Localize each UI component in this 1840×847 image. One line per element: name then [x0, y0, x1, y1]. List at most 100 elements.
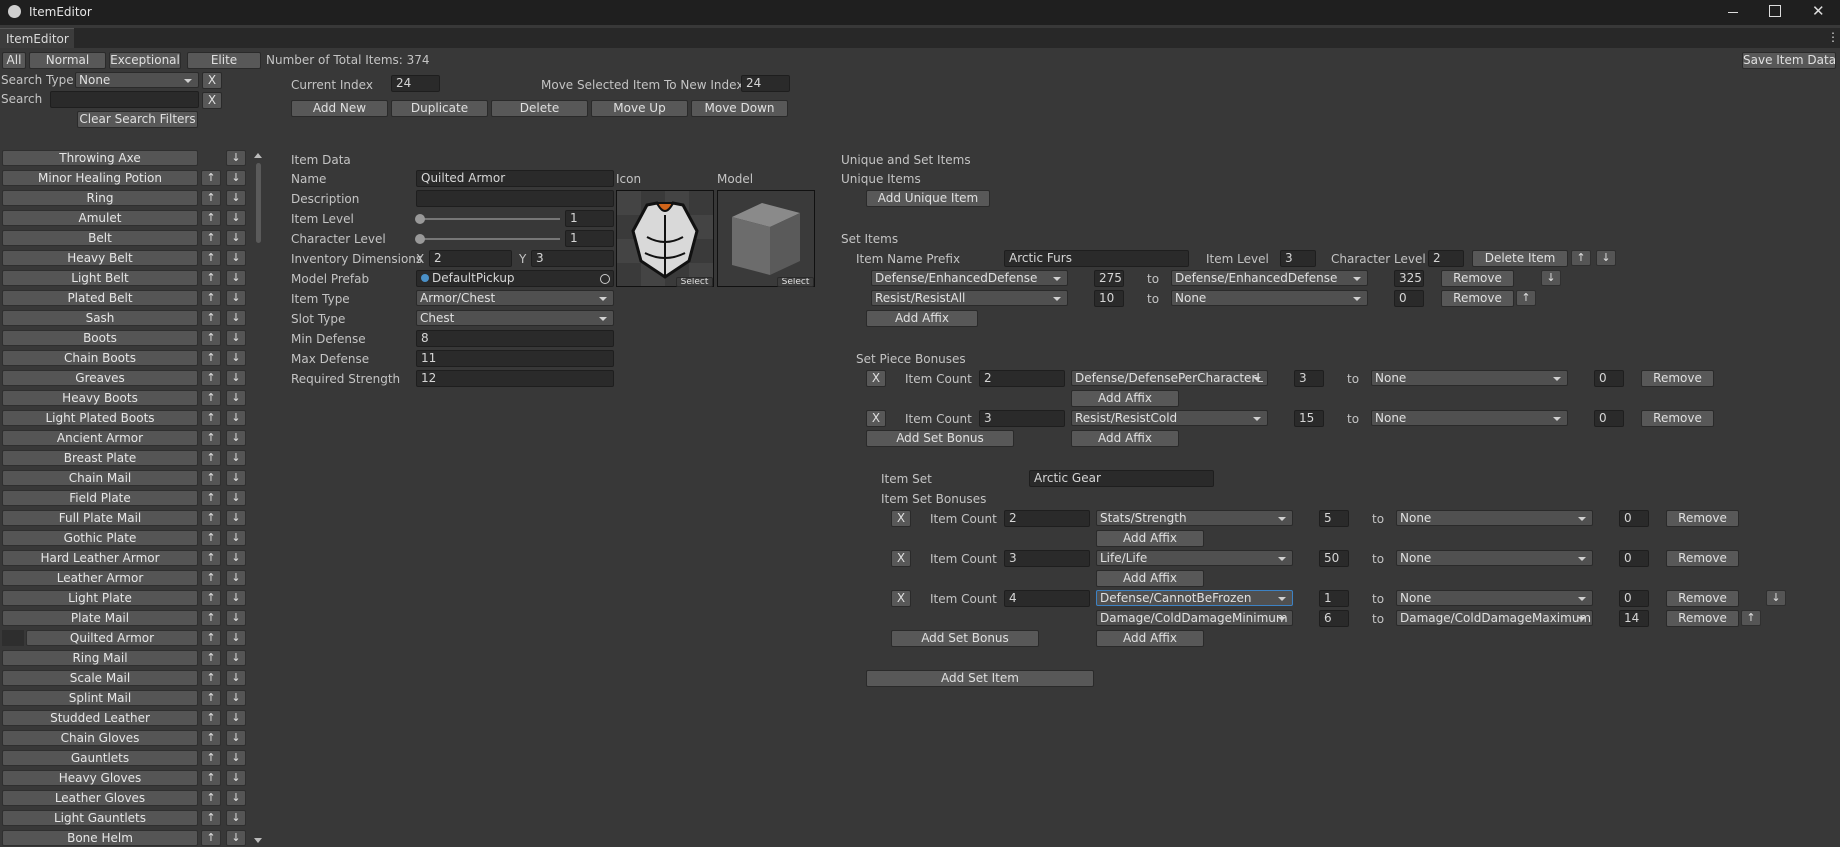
move-up-icon[interactable]: ↑ [201, 330, 221, 346]
move-to-index-input[interactable]: 24 [741, 75, 790, 92]
set-item-move-down-icon[interactable]: ↓ [1596, 250, 1616, 266]
filter-exceptional-button[interactable]: Exceptional [109, 52, 181, 69]
move-down-icon[interactable]: ↓ [226, 470, 246, 486]
move-down-icon[interactable]: ↓ [226, 810, 246, 826]
move-down-icon[interactable]: ↓ [226, 730, 246, 746]
piece-bonus-1-count-input[interactable]: 2 [979, 370, 1065, 387]
move-down-icon[interactable]: ↓ [226, 170, 246, 186]
piece-bonus-2-stat-dropdown[interactable]: Resist/ResistCold [1071, 410, 1268, 426]
add-set-item-button[interactable]: Add Set Item [866, 670, 1094, 687]
move-up-icon[interactable]: ↑ [201, 510, 221, 526]
move-down-icon[interactable]: ↓ [226, 230, 246, 246]
piece-bonus-2-add-affix-button[interactable]: Add Affix [1071, 430, 1179, 447]
affix-2-stat-dropdown[interactable]: Resist/ResistAll [871, 290, 1068, 306]
list-item[interactable]: Belt [2, 230, 198, 246]
affix-2-max-stat-dropdown[interactable]: None [1171, 290, 1368, 306]
set-bonus-1-remove-x-button[interactable]: X [891, 510, 911, 527]
affix-2-max-input[interactable]: 0 [1394, 290, 1424, 307]
list-item[interactable]: Studded Leather [2, 710, 198, 726]
set-bonus-3-min-input[interactable]: 1 [1319, 590, 1349, 607]
move-up-icon[interactable]: ↑ [201, 810, 221, 826]
set-bonus-3b-move-up-icon[interactable]: ↑ [1741, 610, 1761, 626]
affix-1-max-input[interactable]: 325 [1394, 270, 1424, 287]
set-bonus-2-max-input[interactable]: 0 [1619, 550, 1649, 567]
list-item[interactable]: Throwing Axe [2, 150, 198, 166]
move-down-icon[interactable]: ↓ [226, 590, 246, 606]
inventory-x-input[interactable]: 2 [429, 250, 512, 267]
set-bonus-3b-min-input[interactable]: 6 [1319, 610, 1349, 627]
move-down-icon[interactable]: ↓ [226, 610, 246, 626]
set-bonus-1-stat-dropdown[interactable]: Stats/Strength [1096, 510, 1293, 526]
item-level-slider-handle[interactable] [415, 214, 425, 224]
move-down-icon[interactable]: ↓ [226, 630, 246, 646]
object-picker-icon[interactable] [600, 274, 610, 284]
move-up-icon[interactable]: ↑ [201, 590, 221, 606]
move-up-icon[interactable]: ↑ [201, 210, 221, 226]
move-down-icon[interactable]: ↓ [226, 450, 246, 466]
model-thumbnail[interactable] [717, 190, 815, 287]
set-bonus-1-min-input[interactable]: 5 [1319, 510, 1349, 527]
set-bonus-2-remove-button[interactable]: Remove [1666, 550, 1739, 567]
list-item[interactable]: Heavy Belt [2, 250, 198, 266]
set-item-add-affix-button[interactable]: Add Affix [866, 310, 978, 327]
add-new-button[interactable]: Add New [291, 100, 388, 117]
move-down-icon[interactable]: ↓ [226, 550, 246, 566]
list-item[interactable]: Greaves [2, 370, 198, 386]
move-down-icon[interactable]: ↓ [226, 190, 246, 206]
list-item[interactable]: Breast Plate [2, 450, 198, 466]
move-down-icon[interactable]: ↓ [226, 390, 246, 406]
list-item[interactable]: Light Plate [2, 590, 198, 606]
piece-bonus-1-max-stat-dropdown[interactable]: None [1371, 370, 1568, 386]
description-input[interactable] [416, 190, 614, 207]
move-up-icon[interactable]: ↑ [201, 750, 221, 766]
set-item-level-input[interactable]: 3 [1280, 250, 1316, 267]
move-down-icon[interactable]: ↓ [226, 270, 246, 286]
list-item[interactable]: Light Plated Boots [2, 410, 198, 426]
set-bonus-3-max-input[interactable]: 0 [1619, 590, 1649, 607]
add-item-set-bonus-button[interactable]: Add Set Bonus [891, 630, 1039, 647]
filter-elite-button[interactable]: Elite [187, 52, 261, 69]
move-down-icon[interactable]: ↓ [226, 350, 246, 366]
list-item[interactable]: Heavy Boots [2, 390, 198, 406]
delete-button[interactable]: Delete [491, 100, 588, 117]
move-down-icon[interactable]: ↓ [226, 490, 246, 506]
move-up-button[interactable]: Move Up [591, 100, 688, 117]
piece-bonus-2-min-input[interactable]: 15 [1294, 410, 1324, 427]
set-bonus-2-max-stat-dropdown[interactable]: None [1396, 550, 1593, 566]
character-level-slider[interactable] [420, 238, 560, 240]
close-icon[interactable]: ✕ [1812, 2, 1825, 20]
tab-itemeditor[interactable]: ItemEditor [0, 28, 74, 48]
scroll-up-icon[interactable] [254, 153, 262, 158]
move-down-icon[interactable]: ↓ [226, 650, 246, 666]
list-scroll-thumb[interactable] [256, 163, 261, 243]
set-bonus-3-max-stat-dropdown[interactable]: None [1396, 590, 1593, 606]
move-down-icon[interactable]: ↓ [226, 430, 246, 446]
list-item[interactable]: Chain Boots [2, 350, 198, 366]
piece-bonus-1-remove-button[interactable]: Remove [1641, 370, 1714, 387]
piece-bonus-1-remove-x-button[interactable]: X [866, 370, 886, 387]
list-item[interactable]: Chain Gloves [2, 730, 198, 746]
move-down-icon[interactable]: ↓ [226, 370, 246, 386]
maximize-icon[interactable] [1769, 5, 1781, 17]
move-up-icon[interactable]: ↑ [201, 670, 221, 686]
list-item[interactable]: Heavy Gloves [2, 770, 198, 786]
set-bonus-3b-stat-dropdown[interactable]: Damage/ColdDamageMinimum [1096, 610, 1293, 626]
list-item[interactable]: Minor Healing Potion [2, 170, 198, 186]
move-down-icon[interactable]: ↓ [226, 670, 246, 686]
list-item[interactable]: Quilted Armor [26, 630, 198, 646]
piece-bonus-2-remove-button[interactable]: Remove [1641, 410, 1714, 427]
list-item[interactable]: Light Gauntlets [2, 810, 198, 826]
minimize-icon[interactable] [1725, 5, 1741, 19]
move-down-icon[interactable]: ↓ [226, 790, 246, 806]
move-up-icon[interactable]: ↑ [201, 610, 221, 626]
character-level-slider-handle[interactable] [415, 234, 425, 244]
move-up-icon[interactable]: ↑ [201, 190, 221, 206]
move-down-icon[interactable]: ↓ [226, 710, 246, 726]
list-item[interactable]: Leather Gloves [2, 790, 198, 806]
move-down-icon[interactable]: ↓ [226, 210, 246, 226]
item-set-input[interactable]: Arctic Gear [1029, 470, 1214, 487]
set-bonus-3-remove-button[interactable]: Remove [1666, 590, 1739, 607]
list-item[interactable]: Chain Mail [2, 470, 198, 486]
character-level-input[interactable]: 1 [565, 230, 614, 247]
set-item-move-up-icon[interactable]: ↑ [1571, 250, 1591, 266]
